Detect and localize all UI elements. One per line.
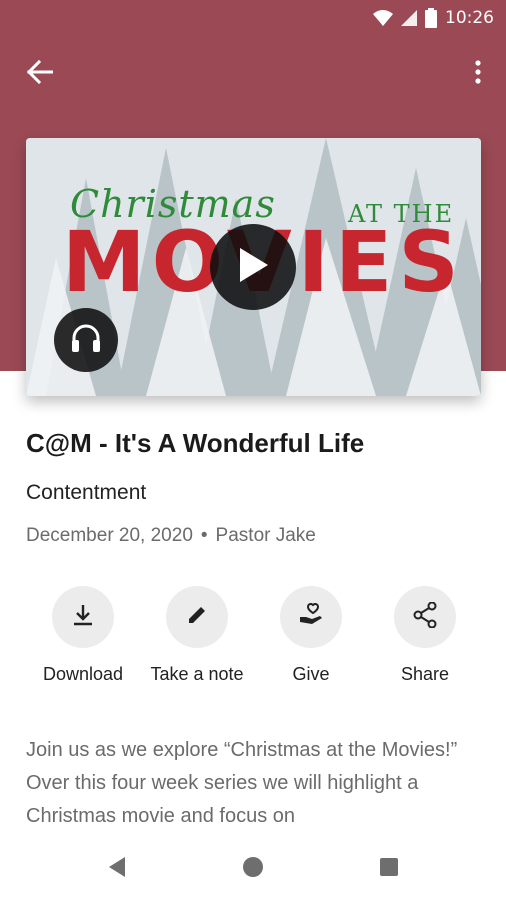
- episode-subtitle: Contentment: [26, 481, 147, 504]
- nav-back-icon: [107, 856, 127, 883]
- audio-button[interactable]: [54, 308, 118, 372]
- more-vertical-icon: [475, 59, 481, 89]
- action-row: Download Take a note Give Share: [26, 586, 482, 685]
- give-hand-heart-icon: [298, 602, 324, 632]
- take-note-label: Take a note: [150, 664, 244, 684]
- take-note-button[interactable]: Take a note: [140, 586, 254, 685]
- play-button[interactable]: [210, 224, 296, 310]
- give-circle: [280, 586, 342, 648]
- share-label: Share: [400, 664, 450, 684]
- episode-title: C@M - It's A Wonderful Life: [26, 428, 365, 458]
- meta-separator: •: [200, 525, 208, 546]
- episode-description: Join us as we explore “Christmas at the …: [26, 739, 458, 827]
- give-button[interactable]: Give: [254, 586, 368, 685]
- share-circle: [394, 586, 456, 648]
- status-bar: 10:26: [0, 0, 506, 36]
- wifi-icon: [373, 10, 393, 26]
- status-time: 10:26: [445, 8, 494, 28]
- give-label: Give: [292, 664, 330, 684]
- nav-home-icon: [242, 856, 264, 883]
- nav-back-button[interactable]: [97, 849, 137, 889]
- episode-date: December 20, 2020: [26, 525, 193, 546]
- download-circle: [52, 586, 114, 648]
- arrow-back-icon: [26, 59, 54, 89]
- system-nav-bar: [0, 838, 506, 900]
- pencil-icon: [186, 604, 208, 631]
- share-button[interactable]: Share: [368, 586, 482, 685]
- app-bar: [0, 48, 506, 100]
- cellular-signal-icon: [401, 10, 417, 26]
- headphones-icon: [70, 323, 102, 358]
- nav-home-button[interactable]: [233, 849, 273, 889]
- download-label: Download: [42, 664, 124, 684]
- more-options-button[interactable]: [466, 58, 490, 90]
- nav-recents-button[interactable]: [369, 849, 409, 889]
- take-note-circle: [166, 586, 228, 648]
- share-icon: [413, 601, 437, 633]
- battery-icon: [425, 8, 437, 28]
- download-button[interactable]: Download: [26, 586, 140, 685]
- back-button[interactable]: [20, 58, 60, 90]
- play-icon: [236, 246, 270, 289]
- sermon-artwork: Christmas AT THE MOVIES: [26, 138, 481, 396]
- episode-speaker: Pastor Jake: [215, 525, 316, 546]
- nav-recents-icon: [379, 857, 399, 882]
- episode-meta: December 20, 2020 • Pastor Jake: [26, 525, 316, 547]
- download-icon: [72, 603, 94, 632]
